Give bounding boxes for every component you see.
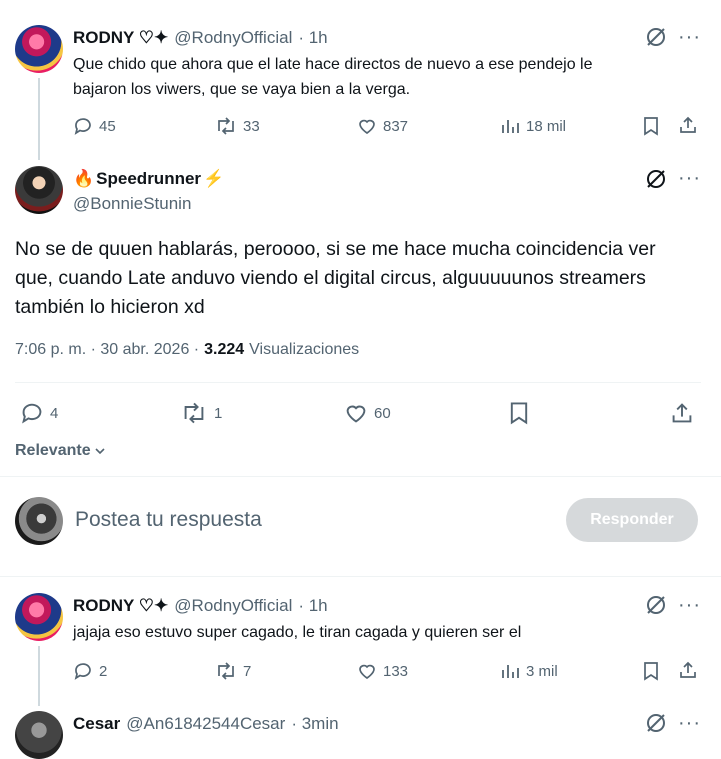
- views-button[interactable]: 18 mil: [500, 116, 566, 136]
- reply-button[interactable]: 2: [73, 661, 107, 681]
- share-icon[interactable]: [670, 401, 694, 430]
- analytics-icon: [502, 665, 519, 678]
- views-count: 18 mil: [526, 117, 567, 135]
- heart-icon: [359, 119, 375, 135]
- repost-count: 7: [243, 662, 252, 680]
- reply-button[interactable]: 4: [20, 401, 58, 425]
- heart-icon: [346, 405, 366, 423]
- like-button[interactable]: 133: [357, 661, 408, 681]
- reply-count: 2: [99, 662, 108, 680]
- share-icon[interactable]: [678, 660, 698, 685]
- sort-dropdown[interactable]: Relevante: [15, 442, 106, 460]
- like-count: 60: [374, 404, 391, 422]
- author-handle[interactable]: @An61842544Cesar: [126, 714, 285, 734]
- like-button[interactable]: 837: [357, 116, 408, 136]
- reply-count: 4: [50, 404, 59, 422]
- analytics-icon: [502, 120, 519, 133]
- reply-button[interactable]: 45: [73, 116, 116, 136]
- bookmark-icon[interactable]: [508, 401, 530, 430]
- repost-icon: [218, 117, 234, 135]
- repost-count: 1: [214, 404, 223, 422]
- more-icon[interactable]: ···: [678, 26, 701, 49]
- post-time[interactable]: · 3min: [291, 714, 338, 734]
- author-name[interactable]: RODNY ♡✦: [73, 596, 168, 616]
- bookmark-icon[interactable]: [642, 661, 660, 686]
- reply-count: 45: [99, 117, 116, 135]
- avatar[interactable]: [15, 711, 63, 759]
- post-text: jajaja eso estuvo super cagado, le tiran…: [73, 624, 522, 641]
- divider: [0, 476, 721, 477]
- grok-icon[interactable]: [645, 712, 667, 739]
- timestamp[interactable]: 7:06 p. m. · 30 abr. 2026 ·: [15, 341, 199, 359]
- author-handle[interactable]: @BonnieStunin: [73, 194, 191, 214]
- avatar[interactable]: [15, 25, 63, 73]
- author-name[interactable]: Speedrunner: [96, 169, 201, 189]
- share-icon[interactable]: [678, 115, 698, 140]
- fire-emoji: 🔥: [73, 169, 95, 188]
- post-text: también lo hicieron xd: [15, 296, 205, 318]
- heart-icon: [359, 664, 375, 680]
- reply-icon: [22, 403, 42, 424]
- views-count: 3.224: [204, 341, 245, 358]
- more-icon[interactable]: ···: [678, 167, 701, 190]
- author-handle[interactable]: @RodnyOfficial: [174, 28, 292, 48]
- post-text: bajaron los viwers, que se vaya bien a l…: [73, 81, 411, 98]
- grok-icon[interactable]: [645, 26, 667, 53]
- like-count: 837: [383, 117, 409, 135]
- reply-input[interactable]: Postea tu respuesta: [75, 508, 262, 532]
- like-button[interactable]: 60: [344, 401, 391, 425]
- avatar[interactable]: [15, 497, 63, 545]
- repost-icon: [218, 662, 234, 680]
- reply-submit-button[interactable]: Responder: [566, 498, 698, 542]
- author-name[interactable]: Cesar: [73, 714, 120, 734]
- sort-label: Relevante: [15, 442, 91, 459]
- reply-icon: [74, 118, 91, 135]
- repost-count: 33: [243, 117, 260, 135]
- repost-icon: [184, 402, 204, 424]
- post-text: que, cuando Late anduvo viendo el digita…: [15, 267, 646, 289]
- more-icon[interactable]: ···: [678, 712, 701, 735]
- bookmark-icon[interactable]: [642, 116, 660, 141]
- post-text: No se de quuen hablarás, peroooo, si se …: [15, 238, 656, 260]
- views-label: Visualizaciones: [249, 341, 360, 358]
- grok-icon[interactable]: [645, 594, 667, 621]
- author-handle[interactable]: @RodnyOfficial: [174, 596, 292, 616]
- avatar[interactable]: [15, 166, 63, 214]
- chevron-down-icon: [95, 448, 105, 455]
- thread-line: [38, 78, 40, 160]
- post-text: Que chido que ahora que el late hace dir…: [73, 56, 593, 73]
- bolt-emoji: ⚡: [203, 169, 225, 188]
- avatar[interactable]: [15, 593, 63, 641]
- more-icon[interactable]: ···: [678, 594, 701, 617]
- reply-icon: [74, 663, 91, 680]
- post-time[interactable]: · 1h: [298, 28, 327, 48]
- divider: [0, 576, 721, 577]
- repost-button[interactable]: 33: [215, 116, 260, 136]
- like-count: 133: [383, 662, 409, 680]
- views-count: 3 mil: [526, 662, 558, 680]
- post-time[interactable]: · 1h: [298, 596, 327, 616]
- grok-icon[interactable]: [645, 168, 667, 195]
- divider: [15, 382, 701, 383]
- author-name[interactable]: RODNY ♡✦: [73, 28, 168, 48]
- repost-button[interactable]: 1: [180, 401, 222, 425]
- repost-button[interactable]: 7: [215, 661, 251, 681]
- views-button[interactable]: 3 mil: [500, 661, 558, 681]
- thread-line: [38, 646, 40, 706]
